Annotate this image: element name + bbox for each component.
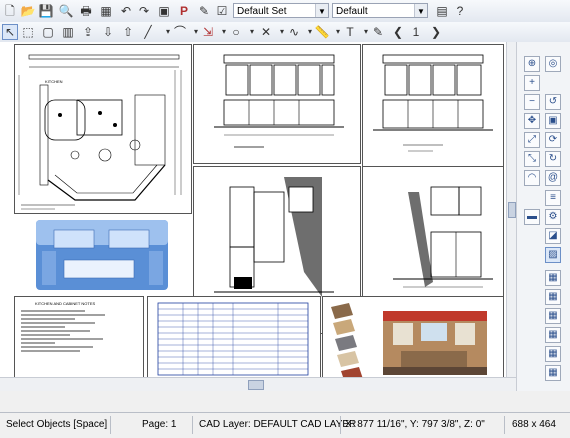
layer-set-select-value: Default Set [237, 6, 287, 17]
page-setup-icon[interactable]: P [176, 3, 192, 19]
schedule-table-drawing [157, 302, 309, 376]
main-toolbar: 🗋 📂 💾 🔍 🖶 ▦ ↶ ↷ ▣ P ✎ ☑ Default Set ▼ De… [0, 0, 570, 23]
spiral-icon[interactable]: @ [545, 170, 561, 186]
view-icon-4[interactable]: ▦ [545, 327, 561, 343]
notes-sheet[interactable]: KITCHEN AND CABINET NOTES [14, 296, 144, 377]
page-number[interactable]: 1 [408, 24, 424, 40]
undo-zoom-icon[interactable]: ↺ [545, 94, 561, 110]
checkbox-icon[interactable]: ☑ [214, 3, 230, 19]
drawing-canvas[interactable]: KITCHEN KITCHEN AND CABINET NOTES [0, 42, 515, 377]
cross-tool-icon[interactable]: ✕ [258, 24, 274, 40]
save-icon[interactable]: 💾 [38, 3, 54, 19]
ruler-tool-icon[interactable]: 📏 [314, 24, 330, 40]
view-icon-5[interactable]: ▦ [545, 346, 561, 362]
status-page: Page: 1 [142, 419, 177, 430]
default-select-value: Default [336, 6, 368, 17]
status-divider [110, 416, 111, 434]
open-folder-icon[interactable]: 📂 [20, 3, 36, 19]
right-view-toolbar: ⊕ ◎ + − ↺ ✥ ▣ ⤢ ⟳ ⤡ ↻ ◠ @ ≡ ▬ ⚙ ◪ ▨ ▦ ▦ … [516, 42, 570, 391]
line-tool-icon[interactable]: ╱ [140, 24, 156, 40]
select-edit-icon[interactable]: ⬚ [20, 24, 36, 40]
drawing-toolbar: ↖ ⬚ ▢ ▥ ⇪ ⇩ ⇧ ╱ ▾ ⌒ ▾ ⇲ ▾ ○ ▾ ✕ ▾ ∿ ▾ 📏 … [0, 22, 570, 43]
fill-window-icon[interactable]: ▣ [545, 113, 561, 129]
chevron-down-icon: ▼ [315, 4, 328, 17]
status-cad-layer: CAD Layer: DEFAULT CAD LAYER [199, 419, 357, 430]
bottom-panel [0, 391, 570, 412]
export-icon[interactable]: ⇪ [80, 24, 96, 40]
refresh-icon[interactable]: ⟳ [545, 132, 561, 148]
fit-icon[interactable]: ⤡ [524, 151, 540, 167]
circle-tool-icon[interactable]: ○ [228, 24, 244, 40]
layout-icon[interactable]: ▣ [156, 3, 172, 19]
text-tool-icon[interactable]: T [342, 24, 358, 40]
library-icon[interactable]: ▤ [434, 3, 450, 19]
new-file-icon[interactable]: 🗋 [2, 3, 18, 19]
status-divider [192, 416, 193, 434]
zoom-icon[interactable]: ⊕ [524, 56, 540, 72]
material-icon[interactable]: ◪ [545, 228, 561, 244]
status-divider [504, 416, 505, 434]
status-coordinates: X: 877 11/16", Y: 797 3/8", Z: 0" [345, 419, 485, 430]
floor-plan-sheet[interactable]: KITCHEN [14, 44, 192, 214]
layer-icon[interactable]: ▦ [98, 3, 114, 19]
plan-view-icon[interactable]: ▨ [545, 247, 561, 263]
kitchen-plan-label: KITCHEN [45, 79, 63, 84]
view-icon-3[interactable]: ▦ [545, 308, 561, 324]
next-page-icon[interactable]: ❯ [428, 24, 444, 40]
pan-icon[interactable]: ✥ [524, 113, 540, 129]
horizontal-scroll-thumb[interactable] [248, 380, 264, 390]
gear-icon[interactable]: ⚙ [545, 209, 561, 225]
camera-icon[interactable]: ◎ [545, 56, 561, 72]
zoom-window-icon[interactable]: ⤢ [524, 132, 540, 148]
rotate-icon[interactable]: ↻ [545, 151, 561, 167]
materials-sheet[interactable] [322, 296, 504, 377]
orbit-icon[interactable]: ◠ [524, 170, 540, 186]
view-icon-6[interactable]: ▦ [545, 365, 561, 381]
spline-tool-icon[interactable]: ∿ [286, 24, 302, 40]
cabinet-tool-icon[interactable]: ▥ [60, 24, 76, 40]
elevation-sheet-1[interactable] [193, 44, 361, 164]
chevron-down-icon: ▼ [414, 4, 427, 17]
dimension-tool-icon[interactable]: ⇲ [200, 24, 216, 40]
print-preview-icon[interactable]: 🔍 [58, 3, 74, 19]
select-arrow-icon[interactable]: ↖ [2, 24, 18, 40]
zoom-in-icon[interactable]: + [524, 75, 540, 91]
view-icon-2[interactable]: ▦ [545, 289, 561, 305]
previous-page-icon[interactable]: ❮ [390, 24, 406, 40]
status-bar: Select Objects [Space] Page: 1 CAD Layer… [0, 412, 570, 438]
redo-icon[interactable]: ↷ [136, 3, 152, 19]
schedule-sheet[interactable] [147, 296, 321, 377]
status-mode: Select Objects [Space] [6, 419, 108, 430]
horizontal-scrollbar[interactable] [0, 377, 516, 392]
print-icon[interactable]: 🖶 [78, 3, 94, 19]
materials-render-image [331, 303, 487, 377]
undo-icon[interactable]: ↶ [118, 3, 134, 19]
default-select[interactable]: Default ▼ [332, 3, 428, 18]
blue-render-image [36, 220, 168, 290]
surface-icon[interactable]: ▬ [524, 209, 540, 225]
layer-set-select[interactable]: Default Set ▼ [233, 3, 329, 18]
import-icon[interactable]: ⇩ [100, 24, 116, 40]
render-sheet[interactable] [14, 215, 192, 295]
export-file-icon[interactable]: ⇧ [120, 24, 136, 40]
layers-icon[interactable]: ≡ [545, 190, 561, 206]
help-icon[interactable]: ? [452, 3, 468, 19]
callout-tool-icon[interactable]: ✎ [370, 24, 386, 40]
arc-tool-icon[interactable]: ⌒ [172, 24, 188, 40]
status-dimensions: 688 x 464 [512, 419, 556, 430]
vertical-scroll-thumb[interactable] [508, 202, 516, 218]
group-select-icon[interactable]: ▢ [40, 24, 56, 40]
notes-text-lines [21, 310, 105, 352]
status-divider [340, 416, 341, 434]
floor-plan-drawing [18, 54, 182, 210]
zoom-out-icon[interactable]: − [524, 94, 540, 110]
elevation-drawing-1 [214, 54, 344, 148]
view-icon-1[interactable]: ▦ [545, 270, 561, 286]
edit-box-icon[interactable]: ✎ [196, 3, 212, 19]
